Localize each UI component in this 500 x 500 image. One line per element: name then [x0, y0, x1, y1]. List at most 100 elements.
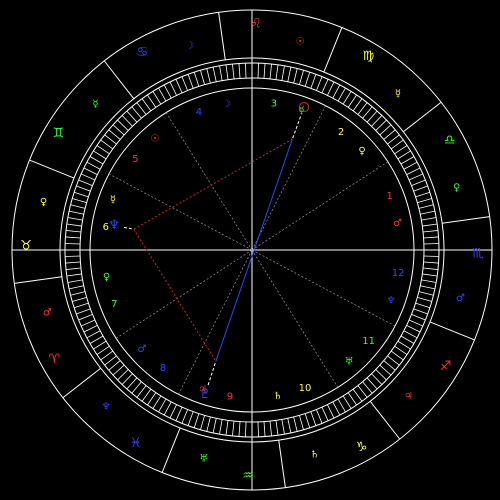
- degree-tick: [67, 279, 83, 283]
- house-12-ruler-icon: ♆: [387, 296, 396, 307]
- sign-boundary: [402, 101, 442, 133]
- planet-neptune-icon: ♆: [108, 218, 120, 233]
- degree-tick: [112, 124, 125, 136]
- degree-tick: [181, 409, 188, 424]
- degree-tick: [104, 355, 117, 366]
- degree-tick: [81, 319, 96, 327]
- degree-tick: [400, 335, 415, 344]
- degree-tick: [65, 261, 81, 264]
- degree-tick: [342, 395, 352, 409]
- sign-boundary: [442, 216, 490, 224]
- degree-tick: [304, 72, 311, 87]
- sign-boundary: [29, 159, 75, 179]
- degree-tick: [86, 330, 101, 339]
- degree-tick: [78, 179, 93, 186]
- degree-tick: [76, 185, 91, 192]
- degree-tick: [136, 102, 147, 115]
- degree-tick: [126, 110, 138, 123]
- degree-tick: [394, 145, 408, 155]
- degree-tick: [136, 385, 147, 398]
- degree-tick: [206, 68, 211, 84]
- degree-tick: [69, 285, 84, 290]
- degree-tick: [327, 404, 335, 419]
- degree-tick: [181, 76, 188, 91]
- house-3-number: 3: [271, 99, 277, 110]
- aspect-neptune-pluto-line: [133, 228, 217, 362]
- degree-tick: [147, 392, 157, 406]
- degree-tick: [400, 156, 415, 165]
- degree-tick: [362, 106, 373, 119]
- house-cusp-line: [251, 161, 389, 251]
- degree-tick: [158, 398, 167, 413]
- degree-tick: [422, 223, 438, 227]
- degree-tick: [423, 267, 439, 270]
- degree-tick: [232, 421, 235, 437]
- degree-tick: [69, 210, 84, 215]
- house-7-number: 7: [111, 299, 117, 310]
- degree-tick: [293, 416, 298, 432]
- sign-boundary: [62, 367, 102, 399]
- sign-libra-icon: ♎: [444, 133, 456, 148]
- sign-scorpio-ruler-icon: ♂: [456, 293, 465, 304]
- degree-tick: [417, 297, 432, 302]
- degree-tick: [96, 345, 110, 355]
- house-cusp-line: [165, 112, 253, 251]
- degree-tick: [141, 388, 152, 402]
- house-4-number: 4: [196, 107, 202, 118]
- degree-tick: [357, 385, 368, 398]
- house-1-number: 1: [387, 191, 393, 202]
- degree-tick: [187, 74, 194, 89]
- degree-tick: [397, 150, 411, 160]
- planet-sun-icon: ○: [298, 100, 309, 115]
- sign-taurus-ruler-icon: ♀: [40, 197, 47, 208]
- degree-tick: [387, 134, 400, 145]
- degree-tick: [304, 413, 311, 428]
- sign-sagittarius-icon: ♐: [440, 359, 452, 374]
- degree-tick: [287, 418, 292, 433]
- degree-tick: [352, 98, 363, 112]
- planet-pluto-pointer: [207, 361, 217, 386]
- house-9-number: 9: [227, 391, 233, 402]
- degree-tick: [316, 76, 323, 91]
- degree-tick: [206, 416, 211, 432]
- degree-tick: [93, 340, 107, 350]
- degree-tick: [126, 377, 138, 390]
- chart-svg: ♈♂♉♀♊☿♋ ☽♌☉♍☿♎♀♏♂♐♃♑♄♒♅♓♆1♂2♀3☿4☽5☉6☿7♀8♂…: [11, 9, 493, 491]
- degree-tick: [66, 273, 82, 277]
- degree-tick: [420, 285, 435, 290]
- degree-tick: [70, 204, 86, 209]
- degree-tick: [200, 70, 205, 85]
- house-10-number: 10: [299, 383, 312, 394]
- aspect-sun-neptune-line: [133, 138, 293, 230]
- degree-tick: [83, 167, 98, 175]
- degree-tick: [66, 223, 82, 227]
- degree-tick: [423, 255, 439, 257]
- degree-tick: [371, 373, 383, 385]
- house-5-number: 5: [132, 154, 138, 165]
- degree-tick: [420, 210, 435, 215]
- degree-tick: [383, 360, 396, 371]
- degree-tick: [332, 401, 341, 416]
- degree-tick: [269, 63, 272, 79]
- degree-tick: [366, 377, 378, 390]
- house-11-number: 11: [362, 336, 375, 347]
- degree-tick: [371, 115, 383, 127]
- house-cusp-lines: [12, 10, 492, 490]
- degree-tick: [131, 381, 142, 394]
- degree-tick: [269, 421, 272, 437]
- sign-capricorn-icon: ♑: [356, 440, 368, 455]
- degree-tick: [104, 134, 117, 145]
- degree-tick: [175, 406, 183, 421]
- natal-chart-wheel: ♈ ♂ ♉ ♀ ♊ ☿ ♋ ☽ ♌ ☉ ♍ ☿ ♎ ♀ ♏ ♂ ♐ ♃ ♑ ♄ ♒ ♅ ♓ ♆ 1 ♂ 2 ♀ 3 ☿ 4 ☽ 5 ☉ 6 ☿ 7 ♀ 8 ♂…: [0, 0, 500, 500]
- degree-tick: [287, 67, 292, 82]
- sign-scorpio-icon: ♏: [472, 246, 484, 261]
- degree-tick: [421, 217, 437, 221]
- sign-boundary: [218, 12, 226, 60]
- degree-tick: [413, 308, 428, 315]
- degree-tick: [406, 325, 421, 333]
- degree-tick: [225, 420, 229, 436]
- sign-cancer-icon: ♋: [137, 45, 149, 60]
- degree-tick: [357, 102, 368, 115]
- degree-tick: [65, 243, 81, 245]
- sign-taurus-icon: ♉: [20, 239, 32, 254]
